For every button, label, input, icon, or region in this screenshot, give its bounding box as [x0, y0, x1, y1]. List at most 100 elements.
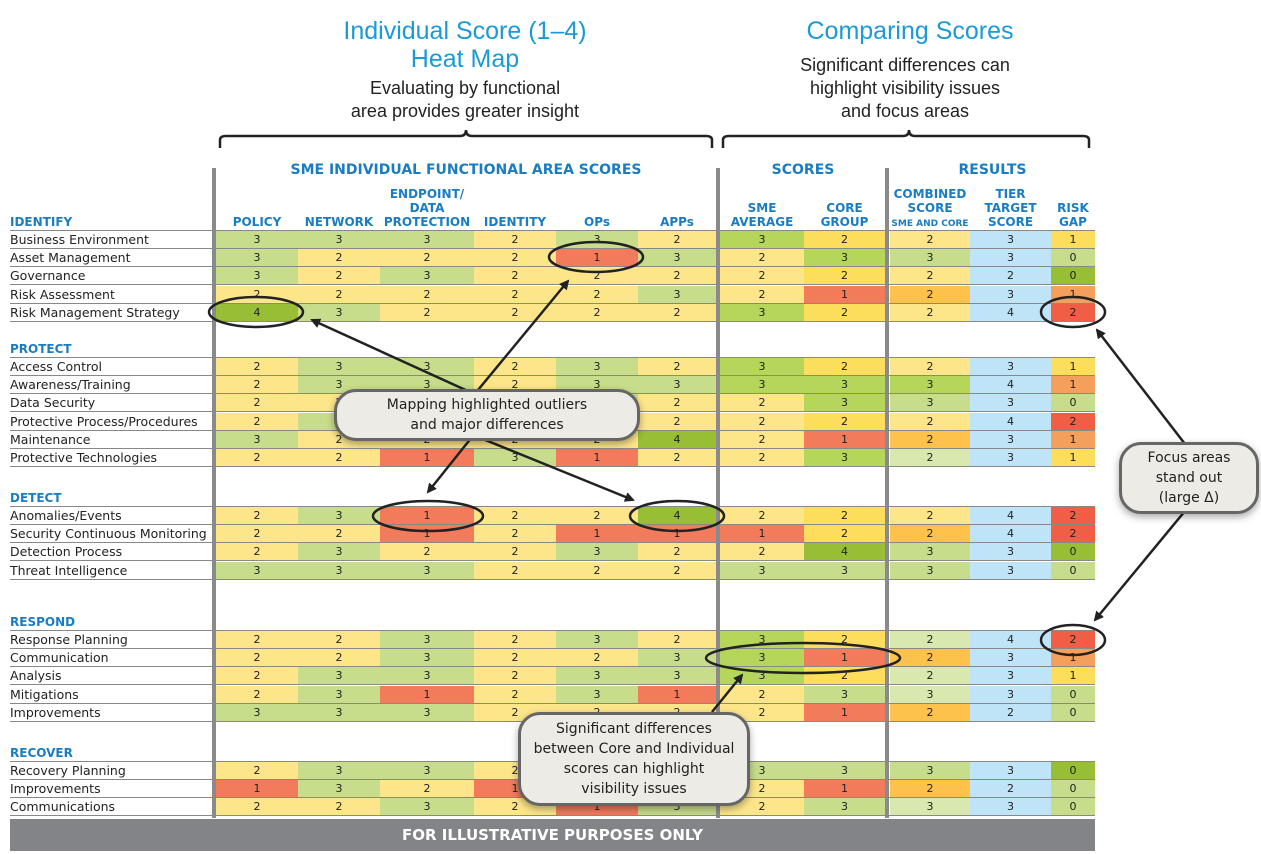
heatmap-cell: 2	[474, 303, 556, 321]
heatmap-cell: 0	[1051, 267, 1095, 285]
heatmap-cell: 1	[720, 525, 804, 543]
group-header-scores: SCORES	[771, 162, 835, 178]
heatmap-cell: 2	[474, 267, 556, 285]
column-header: POLICY	[216, 187, 298, 229]
column-header-line2: CORE	[826, 201, 863, 215]
heatmap-cell: 3	[298, 358, 380, 375]
heatmap-cell: 2	[216, 631, 298, 648]
heatmap-cell: 2	[380, 543, 474, 561]
heatmap-subtitle: Evaluating by functional area provides g…	[300, 77, 630, 123]
row-label: Anomalies/Events	[10, 508, 122, 523]
row-divider	[10, 466, 1095, 467]
group-header-sme: SME INDIVIDUAL FUNCTIONAL AREA SCORES	[290, 162, 642, 178]
heatmap-cell: 3	[216, 267, 298, 285]
heatmap-cell: 2	[890, 449, 970, 466]
heatmap-cell: 3	[804, 376, 885, 394]
row-label: Response Planning	[10, 632, 128, 647]
row-label: Communications	[10, 799, 116, 815]
heatmap-cell: 3	[380, 667, 474, 685]
column-header: RISK GAP	[1051, 187, 1095, 229]
heatmap-cell: 0	[1051, 543, 1095, 561]
comparing-subtitle-line2: highlight visibility issues	[809, 78, 1001, 98]
heatmap-cell: 2	[890, 267, 970, 285]
callout-mapping-outliers: Mapping highlighted outliers and major d…	[334, 389, 640, 441]
callout-focus-line3: (large Δ)	[1158, 490, 1220, 506]
heatmap-cell: 2	[638, 267, 716, 285]
heatmap-cell: 2	[474, 561, 556, 579]
heatmap-cell: 3	[720, 667, 804, 685]
heatmap-cell: 2	[638, 412, 716, 430]
heatmap-cell: 3	[970, 543, 1051, 561]
heatmap-cell: 2	[804, 267, 885, 285]
heatmap-cell: 2	[890, 285, 970, 303]
heatmap-cell: 2	[890, 525, 970, 543]
heatmap-cell: 0	[1051, 249, 1095, 267]
heatmap-cell: 2	[474, 525, 556, 543]
heatmap-cell: 3	[638, 649, 716, 667]
column-header-line1: COMBINED	[893, 187, 967, 201]
heatmap-cell: 2	[890, 780, 970, 798]
heatmap-cell: 3	[720, 631, 804, 648]
heatmap-cell: 3	[720, 376, 804, 394]
heatmap-cell: 2	[720, 412, 804, 430]
heatmap-cell: 3	[298, 561, 380, 579]
heatmap-cell: 3	[890, 376, 970, 394]
heatmap-title-line2: Heat Map	[410, 45, 520, 73]
heatmap-cell: 3	[970, 394, 1051, 412]
row-divider	[10, 578, 1095, 580]
column-header-line3: GROUP	[820, 215, 869, 229]
column-header: NETWORK	[298, 187, 380, 229]
column-header-line3: PROTECTION	[383, 215, 471, 229]
section-label: IDENTIFY	[10, 215, 73, 229]
column-header-line3: APPs	[660, 215, 694, 229]
heatmap-cell: 4	[970, 525, 1051, 543]
column-header-line1: TIER	[995, 187, 1026, 201]
callout-sig-line4: visibility issues	[581, 781, 687, 797]
section-label: RESPOND	[10, 615, 76, 629]
column-header-line3: OPs	[584, 215, 610, 229]
heatmap-cell: 3	[804, 249, 885, 267]
heatmap-cell: 2	[380, 303, 474, 321]
column-header-line2: SME	[747, 201, 777, 215]
column-header-line1: ENDPOINT/	[389, 187, 465, 201]
heatmap-cell: 2	[890, 303, 970, 321]
column-header-line2: DATA	[409, 201, 445, 215]
row-label: Governance	[10, 268, 86, 284]
heatmap-cell: 2	[556, 649, 638, 667]
column-header-line1	[1051, 187, 1095, 201]
column-header-line1	[474, 187, 556, 201]
row-label: Protective Technologies	[10, 450, 158, 465]
heatmap-cell: 2	[380, 780, 474, 798]
callout-focus-line2: stand out	[1155, 470, 1223, 486]
heatmap-cell: 3	[298, 507, 380, 524]
heatmap-cell: 2	[970, 780, 1051, 798]
row-label: Improvements	[10, 704, 101, 720]
section-label: RECOVER	[10, 746, 73, 760]
heatmap-cell: 2	[1051, 631, 1095, 648]
row-label: Communication	[10, 650, 109, 666]
heatmap-cell: 2	[474, 249, 556, 267]
heatmap-cell: 2	[720, 285, 804, 303]
row-divider	[10, 320, 1095, 322]
heatmap-cell: 4	[970, 412, 1051, 430]
heatmap-cell: 3	[474, 449, 556, 466]
heatmap-cell: 1	[1051, 649, 1095, 667]
heatmap-cell: 2	[804, 412, 885, 430]
heatmap-cell: 3	[638, 249, 716, 267]
column-header: COMBINED SCORE SME AND CORE	[890, 187, 970, 231]
heatmap-cell: 3	[720, 303, 804, 321]
heatmap-cell: 0	[1051, 798, 1095, 816]
heatmap-cell: 2	[380, 249, 474, 267]
heatmap-cell: 2	[216, 798, 298, 816]
heatmap-cell: 3	[970, 561, 1051, 579]
heatmap-cell: 3	[298, 543, 380, 561]
heatmap-cell: 2	[474, 358, 556, 375]
heatmap-cell: 2	[216, 543, 298, 561]
heatmap-cell: 2	[556, 303, 638, 321]
row-label: Analysis	[10, 668, 62, 684]
left-brace	[218, 129, 714, 148]
heatmap-cell: 2	[890, 649, 970, 667]
heatmap-cell: 2	[474, 649, 556, 667]
heatmap-cell: 3	[380, 649, 474, 667]
heatmap-cell: 3	[298, 303, 380, 321]
